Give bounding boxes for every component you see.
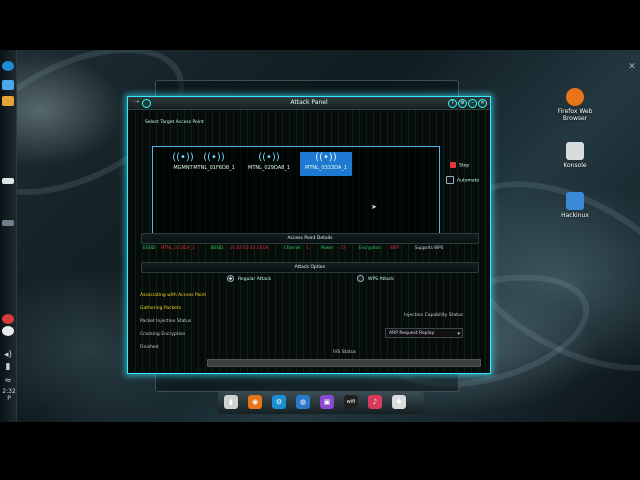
minimize-icon[interactable]: – [468,99,477,108]
terminal-icon[interactable]: ▣ [320,395,334,409]
folder-icon[interactable] [2,96,14,106]
bssid-key: BSSID: [211,245,225,250]
wifi-icon[interactable]: ≈ [2,376,14,386]
bssid-value: 01:02:ED:33:33:DA [230,245,269,250]
network-icon[interactable]: ⚙ [272,395,286,409]
regular-attack-radio[interactable]: Regular Attack [227,275,271,282]
desktop-icon-hackinux[interactable]: Hackinux [550,192,600,219]
dock: ▮ ◉ ⚙ ◍ ▣ wifi ♪ ✚ [218,392,424,414]
mouse-cursor-icon: ➤ [371,203,377,211]
access-point-name: MTNL_0333DA_1 [305,165,347,171]
desktop-icon-label: Hackinux [561,212,589,219]
wifi-icon: ((•)) [315,152,337,163]
window-icon[interactable] [2,220,14,226]
title-bar[interactable]: ⇢ Attack Panel ? ⚙ – ✕ [128,97,490,110]
volume-icon[interactable]: ◂) [2,350,14,360]
radio-label: WPS Attack [368,277,394,282]
clock: 2:32 P [2,388,16,402]
section-header-attack-option: Attack Option [141,262,479,273]
radio-dot [357,275,364,282]
stop-icon [450,162,456,168]
encryption-key: Encryption: [359,245,382,250]
terminal-icon [566,142,584,160]
section-title: Access Point Details [287,236,333,241]
section-title: Attack Option [294,265,326,270]
access-point-list[interactable]: ((•)) MGMNT ((•)) MTNL_01F6D8_1 ((•)) MT… [152,146,440,234]
automate-checkbox[interactable]: Automate [446,176,479,184]
stop-label: Stop [459,163,470,169]
settings-icon[interactable] [2,326,14,336]
wifi-icon[interactable]: wifi [344,395,358,409]
injection-method-select[interactable]: ARP Request Replay ▾ [385,328,463,338]
help-icon[interactable]: ? [448,99,457,108]
select-value: ARP Request Replay [389,331,435,336]
power-key: Power: [321,245,335,250]
essid-value: MTNL_0333DA_1 [161,245,195,250]
desktop-icon-firefox[interactable]: Firefox Web Browser [550,88,600,122]
access-point-name: MTNL_01F6D8_1 [193,165,235,171]
channel-value: 1 [306,245,309,250]
media-icon[interactable]: ♪ [368,395,382,409]
radio-label: Regular Attack [238,277,272,282]
left-panel: ◂) ▮ ≈ 2:32 P [0,50,17,422]
wps-support: Supports WPS [415,245,444,250]
battery-icon[interactable]: ▮ [2,362,14,372]
encryption-value: WEP [390,245,399,250]
firefox-icon[interactable]: ◉ [248,395,262,409]
app-launcher-icon[interactable] [2,61,14,71]
close-icon[interactable]: ✕ [478,99,487,108]
close-icon[interactable]: ✕ [627,62,637,72]
wps-attack-radio[interactable]: WPS Attack [357,275,394,282]
access-point-name: MTNL_029DA8_1 [248,165,290,171]
desktop-icon-label: Konsole [563,162,587,169]
radio-dot [227,275,234,282]
status-cracking: Cracking Encryption [140,332,186,337]
desktop-icon-label: Firefox Web Browser [557,108,593,122]
tools-icon[interactable]: ✚ [392,395,406,409]
attack-panel-window: ⇢ Attack Panel ? ⚙ – ✕ Select Target Acc… [127,96,491,374]
wifi-icon: ((•)) [203,152,225,163]
window-title: Attack Panel [290,99,328,106]
panel-body: Select Target Access Point ((•)) MGMNT (… [129,110,489,372]
status-associating: Associating with Access Point [140,293,207,298]
status-injection: Packet Injection Status [140,319,192,324]
access-point-details: ESSID: MTNL_0333DA_1 BSSID: 01:02:ED:33:… [143,243,477,253]
chevron-down-icon: ▾ [457,331,460,337]
files-icon[interactable]: ▮ [224,395,238,409]
globe-icon[interactable]: ◍ [296,395,310,409]
status-gathering: Gathering Packets [140,306,181,311]
desktop-icon-konsole[interactable]: Konsole [550,142,600,169]
essid-key: ESSID: [143,245,157,250]
access-point-item[interactable]: ((•)) MTNL_029DA8_1 [243,152,295,176]
power-value: -72 [339,245,346,250]
wifi-icon: ((•)) [258,152,280,163]
ivs-progress-bar [207,359,481,367]
stop-button[interactable]: Stop [450,162,469,169]
window-icon[interactable] [2,178,14,184]
access-point-item-selected[interactable]: ((•)) MTNL_0333DA_1 [300,152,352,176]
ivs-status-label: IVS Status [333,350,357,355]
channel-key: Channel: [284,245,302,250]
select-target-label: Select Target Access Point [145,120,204,125]
gear-icon[interactable]: ⚙ [458,99,467,108]
notification-icon[interactable] [2,314,14,324]
checkbox-icon [446,176,454,184]
status-finished: Finished [140,345,159,350]
workspace-icon[interactable] [2,80,14,90]
automate-label: Automate [457,178,480,184]
access-point-item[interactable]: ((•)) MTNL_01F6D8_1 [188,152,240,176]
injection-capability-label: Injection Capability Status [404,313,464,318]
document-icon [566,192,584,210]
firefox-icon [566,88,584,106]
